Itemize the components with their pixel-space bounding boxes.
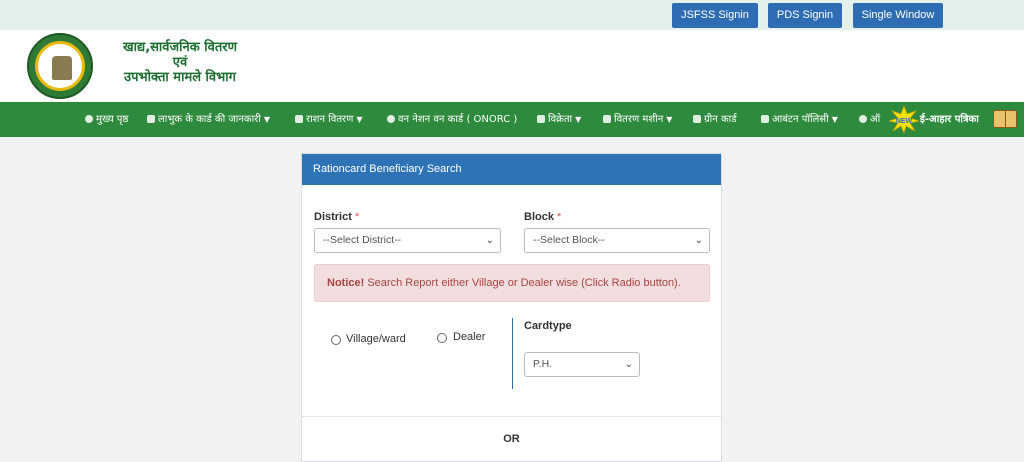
dealer-radio-label[interactable]: Dealer: [453, 331, 485, 343]
nav-label: विक्रेता: [548, 114, 573, 125]
or-separator: OR: [503, 433, 520, 445]
nav-item-green-card[interactable]: ग्रीन कार्ड: [693, 102, 737, 137]
panel-divider: [302, 416, 721, 417]
emblem-icon: [52, 56, 72, 80]
search-panel: Rationcard Beneficiary Search District *…: [301, 153, 722, 462]
nav-item-online[interactable]: ऑ: [859, 102, 880, 137]
nav-item-home[interactable]: मुख्य पृष्ठ: [85, 102, 128, 137]
notice-strong: Notice!: [327, 277, 365, 289]
state-emblem-logo[interactable]: [27, 33, 93, 99]
district-label: District *: [314, 211, 359, 223]
cardtype-select-value: P.H.: [533, 358, 553, 370]
village-radio[interactable]: [331, 335, 341, 345]
jsfss-signin-button[interactable]: JSFSS Signin: [672, 3, 758, 28]
required-mark: *: [557, 211, 562, 223]
nav-item-onorc[interactable]: वन नेशन वन कार्ड ( ONORC ): [387, 102, 517, 137]
machine-icon: [603, 115, 611, 123]
district-select[interactable]: --Select District-- ⌄: [314, 228, 501, 253]
block-select[interactable]: --Select Block-- ⌄: [524, 228, 710, 253]
department-title: खाद्य,सार्वजनिक वितरण एवं उपभोक्ता मामले…: [100, 40, 260, 85]
top-bar: JSFSS Signin PDS Signin Single Window: [0, 0, 1024, 30]
chevron-down-icon: ⌄: [624, 359, 633, 370]
nav-item-e-ahar-magazine[interactable]: ई-आहार पत्रिका: [920, 102, 979, 137]
person-icon: [537, 115, 545, 123]
panel-title: Rationcard Beneficiary Search: [302, 154, 721, 185]
globe-icon: [859, 115, 867, 123]
dealer-radio[interactable]: [437, 333, 447, 343]
nav-label: वितरण मशीन: [614, 114, 664, 125]
nav-label: ई-आहार पत्रिका: [920, 114, 979, 125]
notice-alert: Notice! Search Report either Village or …: [314, 264, 710, 302]
chevron-down-icon: ⌄: [485, 235, 494, 246]
pds-signin-button[interactable]: PDS Signin: [768, 3, 842, 28]
nav-label: ग्रीन कार्ड: [704, 114, 737, 125]
cardtype-label: Cardtype: [524, 320, 572, 332]
shuffle-icon: [693, 115, 701, 123]
notice-text: Search Report either Village or Dealer w…: [364, 277, 681, 289]
required-mark: *: [354, 211, 360, 223]
caret-down-icon: ▼: [575, 115, 582, 124]
block-label: Block *: [524, 211, 561, 223]
nav-item-ration-distribution[interactable]: राशन वितरण ▼: [295, 102, 363, 137]
title-line-3: उपभोक्ता मामले विभाग: [124, 70, 236, 85]
nav-item-card-info[interactable]: लाभुक के कार्ड की जानकारी ▼: [147, 102, 270, 137]
title-line-2: एवं: [172, 55, 188, 70]
chevron-down-icon: ⌄: [694, 235, 703, 246]
nav-label: राशन वितरण: [306, 114, 354, 125]
new-badge-icon: NEW: [889, 106, 919, 133]
district-label-text: District: [314, 211, 352, 223]
nav-label: मुख्य पृष्ठ: [96, 114, 129, 125]
home-icon: [85, 115, 93, 123]
new-badge-text: NEW: [896, 118, 913, 125]
nav-label: वन नेशन वन कार्ड ( ONORC ): [398, 114, 518, 125]
nav-item-dealer[interactable]: विक्रेता ▼: [537, 102, 581, 137]
caret-down-icon: ▼: [831, 115, 838, 124]
cardtype-select[interactable]: P.H. ⌄: [524, 352, 640, 377]
user-icon: [295, 115, 303, 123]
main-nav: मुख्य पृष्ठ लाभुक के कार्ड की जानकारी ▼ र…: [0, 102, 1024, 137]
village-radio-label[interactable]: Village/ward: [346, 333, 406, 345]
section-divider-line: [512, 318, 513, 389]
title-line-1: खाद्य,सार्वजनिक वितरण: [123, 40, 237, 55]
globe-icon: [387, 115, 395, 123]
block-select-value: --Select Block--: [533, 234, 605, 246]
caret-down-icon: ▼: [356, 115, 363, 124]
site-header: खाद्य,सार्वजनिक वितरण एवं उपभोक्ता मामले…: [0, 30, 1024, 102]
single-window-button[interactable]: Single Window: [853, 3, 943, 28]
logo-ring: [35, 41, 85, 91]
open-book-icon: [993, 110, 1017, 128]
caret-down-icon: ▼: [263, 115, 271, 124]
nav-item-allotment-policy[interactable]: आबंटन पॉलिसी ▼: [761, 102, 838, 137]
district-select-value: --Select District--: [323, 234, 402, 246]
caret-down-icon: ▼: [666, 115, 673, 124]
nav-item-distribution-machine[interactable]: वितरण मशीन ▼: [603, 102, 672, 137]
nav-label: ऑ: [870, 114, 881, 125]
card-icon: [147, 115, 155, 123]
block-label-text: Block: [524, 211, 554, 223]
nav-label: आबंटन पॉलिसी: [772, 114, 829, 125]
leaf-icon: [761, 115, 769, 123]
nav-label: लाभुक के कार्ड की जानकारी: [158, 114, 261, 125]
